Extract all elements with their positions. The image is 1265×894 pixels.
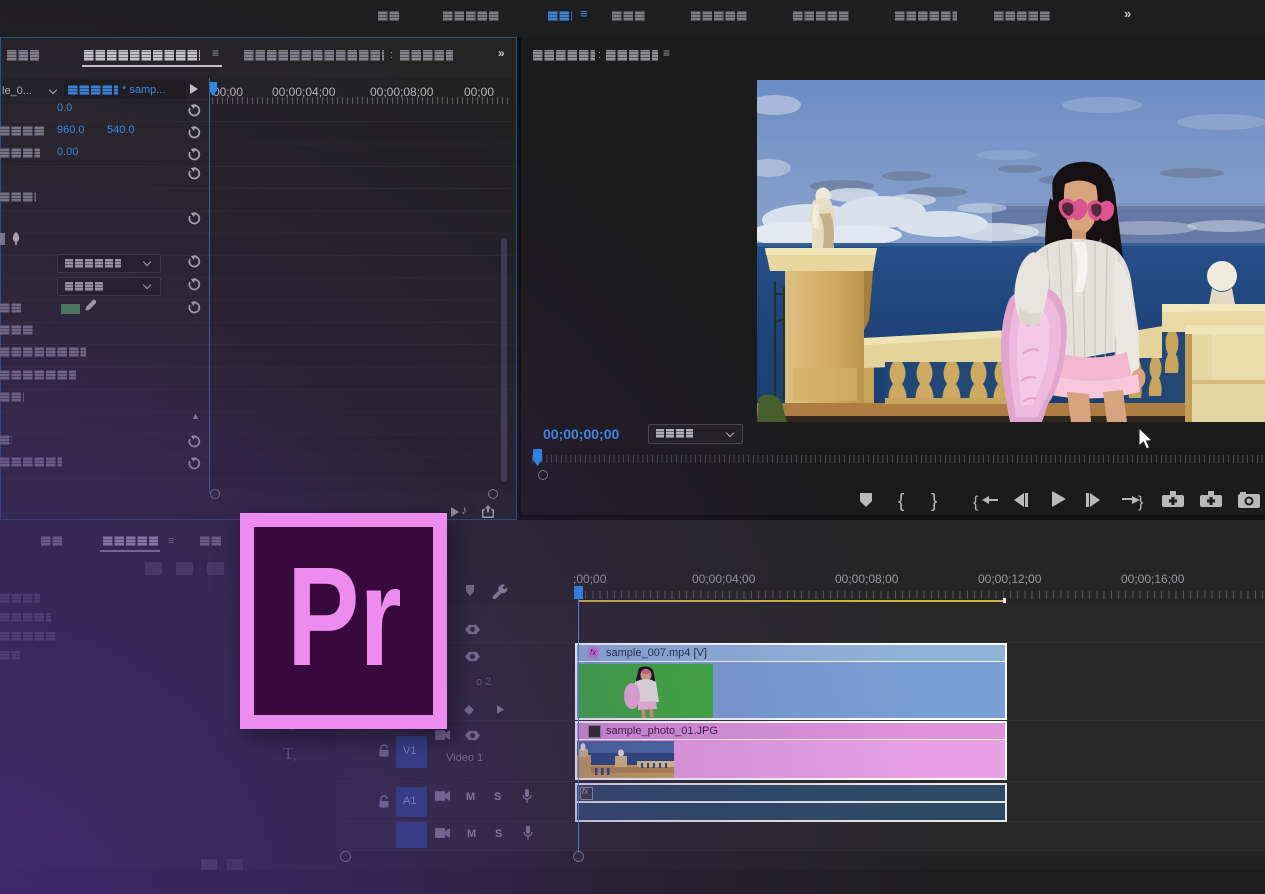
- svg-text:{: {: [898, 491, 905, 512]
- svg-text:}: }: [1138, 494, 1144, 511]
- svg-text:}: }: [931, 491, 937, 512]
- svg-text:{: {: [973, 494, 979, 511]
